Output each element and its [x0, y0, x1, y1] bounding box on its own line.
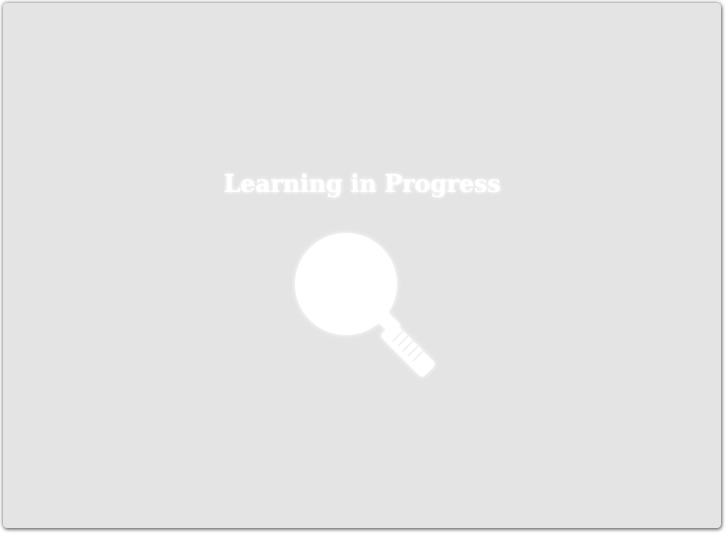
magnifying-glass-icon: [285, 225, 445, 385]
loading-title: Learning in Progress: [223, 169, 501, 198]
loading-panel: Learning in Progress: [3, 3, 721, 528]
